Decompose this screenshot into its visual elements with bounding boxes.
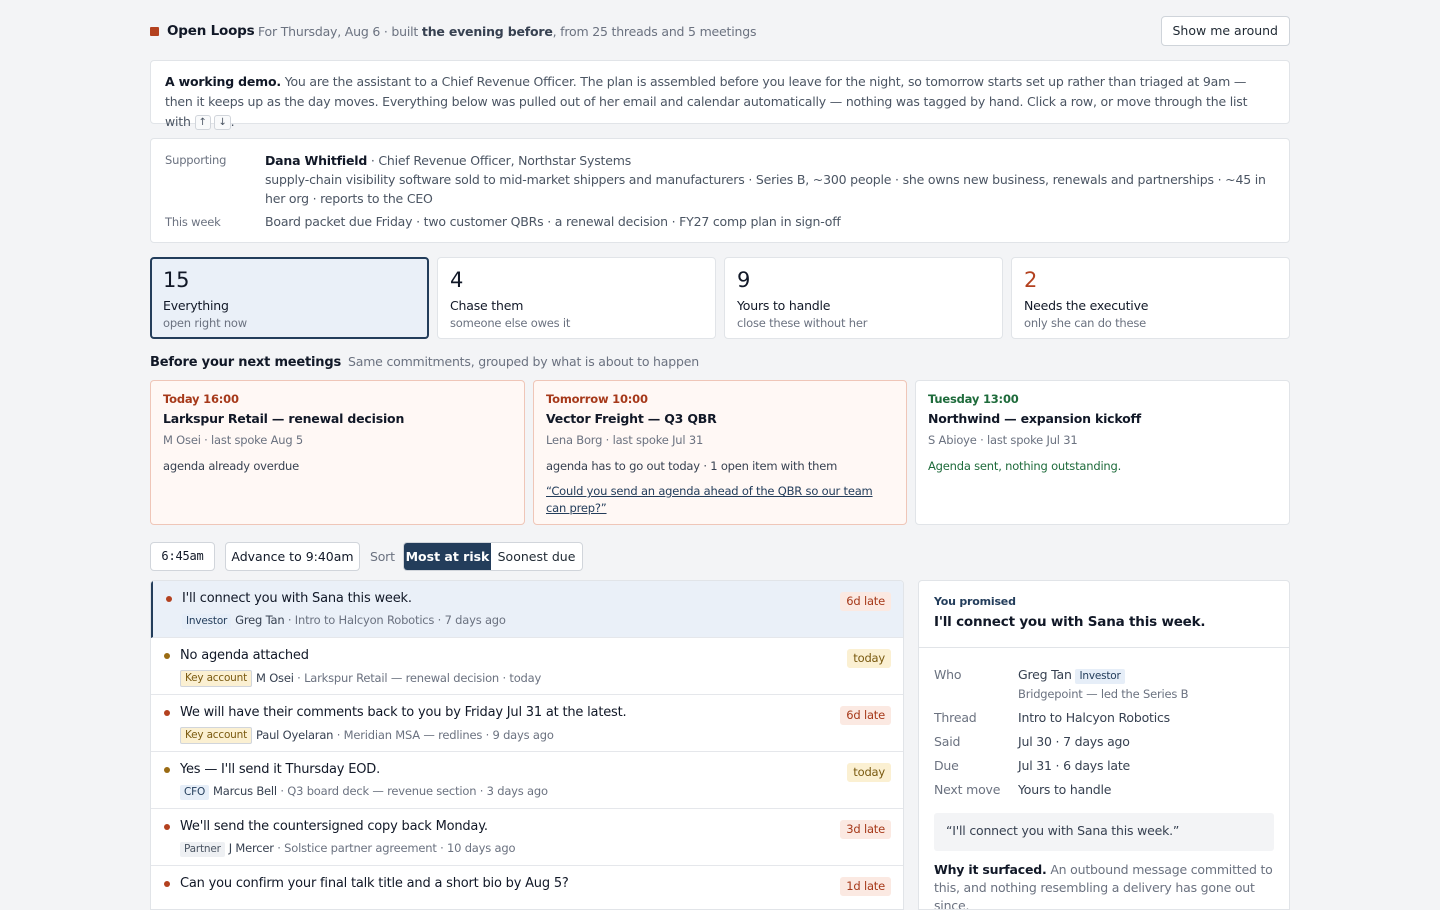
detail-title: I'll connect you with Sana this week. [934, 614, 1206, 630]
role-tag: CFO [180, 785, 210, 800]
due-badge: 6d late [840, 706, 891, 725]
due-badge: today [847, 649, 891, 668]
supporting-label: Supporting [165, 153, 227, 167]
filter-yours-to-handle[interactable]: 9 Yours to handle close these without he… [724, 257, 1003, 339]
this-week-summary: Board packet due Friday · two customer Q… [265, 214, 841, 229]
header-subtitle: For Thursday, Aug 6 · built the evening … [258, 24, 757, 39]
meetings-section-title: Before your next meetings Same commitment… [150, 354, 699, 370]
commitments-list: I'll connect you with Sana this week. In… [150, 580, 904, 910]
advance-time-button[interactable]: Advance to 9:40am [225, 542, 360, 571]
arrow-down-key-icon: ↓ [214, 115, 231, 130]
today-status-dot-icon [164, 767, 170, 773]
arrow-up-key-icon: ↑ [194, 115, 211, 130]
detail-header: You promised I'll connect you with Sana … [919, 581, 1289, 648]
list-item[interactable]: We will have their comments back to you … [151, 695, 903, 752]
supporting-panel: Supporting Dana Whitfield · Chief Revenu… [150, 138, 1290, 243]
due-badge: 6d late [840, 592, 891, 611]
sort-most-at-risk[interactable]: Most at risk [404, 543, 491, 570]
why-surfaced: Why it surfaced. An outbound message com… [934, 862, 1273, 910]
due-badge: 1d late [840, 877, 891, 896]
due-badge: today [847, 763, 891, 782]
role-tag: Investor [182, 614, 232, 629]
commitment-quote: “I'll connect you with Sana this week.” [934, 813, 1274, 851]
meeting-card[interactable]: Tuesday 13:00 Northwind — expansion kick… [915, 380, 1290, 525]
role-tag: Key account [180, 670, 253, 687]
role-tag: Key account [180, 727, 253, 744]
sort-toggle: Most at risk Soonest due [403, 542, 583, 571]
sort-soonest-due[interactable]: Soonest due [491, 543, 582, 570]
this-week-label: This week [165, 215, 221, 229]
due-badge: 3d late [840, 820, 891, 839]
list-item[interactable]: Can you confirm your final talk title an… [151, 866, 903, 909]
sort-label: Sort [370, 549, 395, 564]
late-status-dot-icon [166, 596, 172, 602]
filter-chase-them[interactable]: 4 Chase them someone else owes it [437, 257, 716, 339]
demo-intro: A working demo. You are the assistant to… [150, 60, 1290, 130]
meeting-card[interactable]: Today 16:00 Larkspur Retail — renewal de… [150, 380, 525, 525]
role-tag: Investor [1075, 669, 1125, 684]
app-title: Open Loops [167, 23, 255, 39]
list-item[interactable]: I'll connect you with Sana this week. In… [151, 581, 903, 638]
late-status-dot-icon [164, 881, 170, 887]
meeting-card[interactable]: Tomorrow 10:00 Vector Freight — Q3 QBR L… [533, 380, 907, 525]
late-status-dot-icon [164, 710, 170, 716]
list-item[interactable]: We'll send the countersigned copy back M… [151, 809, 903, 866]
show-me-around-button[interactable]: Show me around [1160, 16, 1290, 46]
detail-panel: You promised I'll connect you with Sana … [918, 580, 1290, 910]
filter-everything[interactable]: 15 Everything open right now [150, 257, 429, 339]
late-status-dot-icon [164, 824, 170, 830]
clock-display: 6:45am [150, 542, 215, 571]
list-item[interactable]: No agenda attached Key account M Osei · L… [151, 638, 903, 695]
role-tag: Partner [180, 842, 225, 857]
executive-profile: Dana Whitfield · Chief Revenue Officer, … [265, 153, 1266, 206]
header: Open Loops For Thursday, Aug 6 · built t… [150, 0, 1290, 60]
stats-filter-bar: 15 Everything open right now 4 Chase the… [150, 257, 1290, 339]
filter-needs-executive[interactable]: 2 Needs the executive only she can do th… [1011, 257, 1290, 339]
agenda-request-link[interactable]: “Could you send an agenda ahead of the Q… [546, 483, 894, 517]
list-item[interactable]: Yes — I'll send it Thursday EOD. CFO Marc… [151, 752, 903, 809]
open-loops-page: Open Loops For Thursday, Aug 6 · built t… [150, 0, 1290, 910]
today-status-dot-icon [164, 653, 170, 659]
brand-logo-icon [150, 27, 159, 36]
